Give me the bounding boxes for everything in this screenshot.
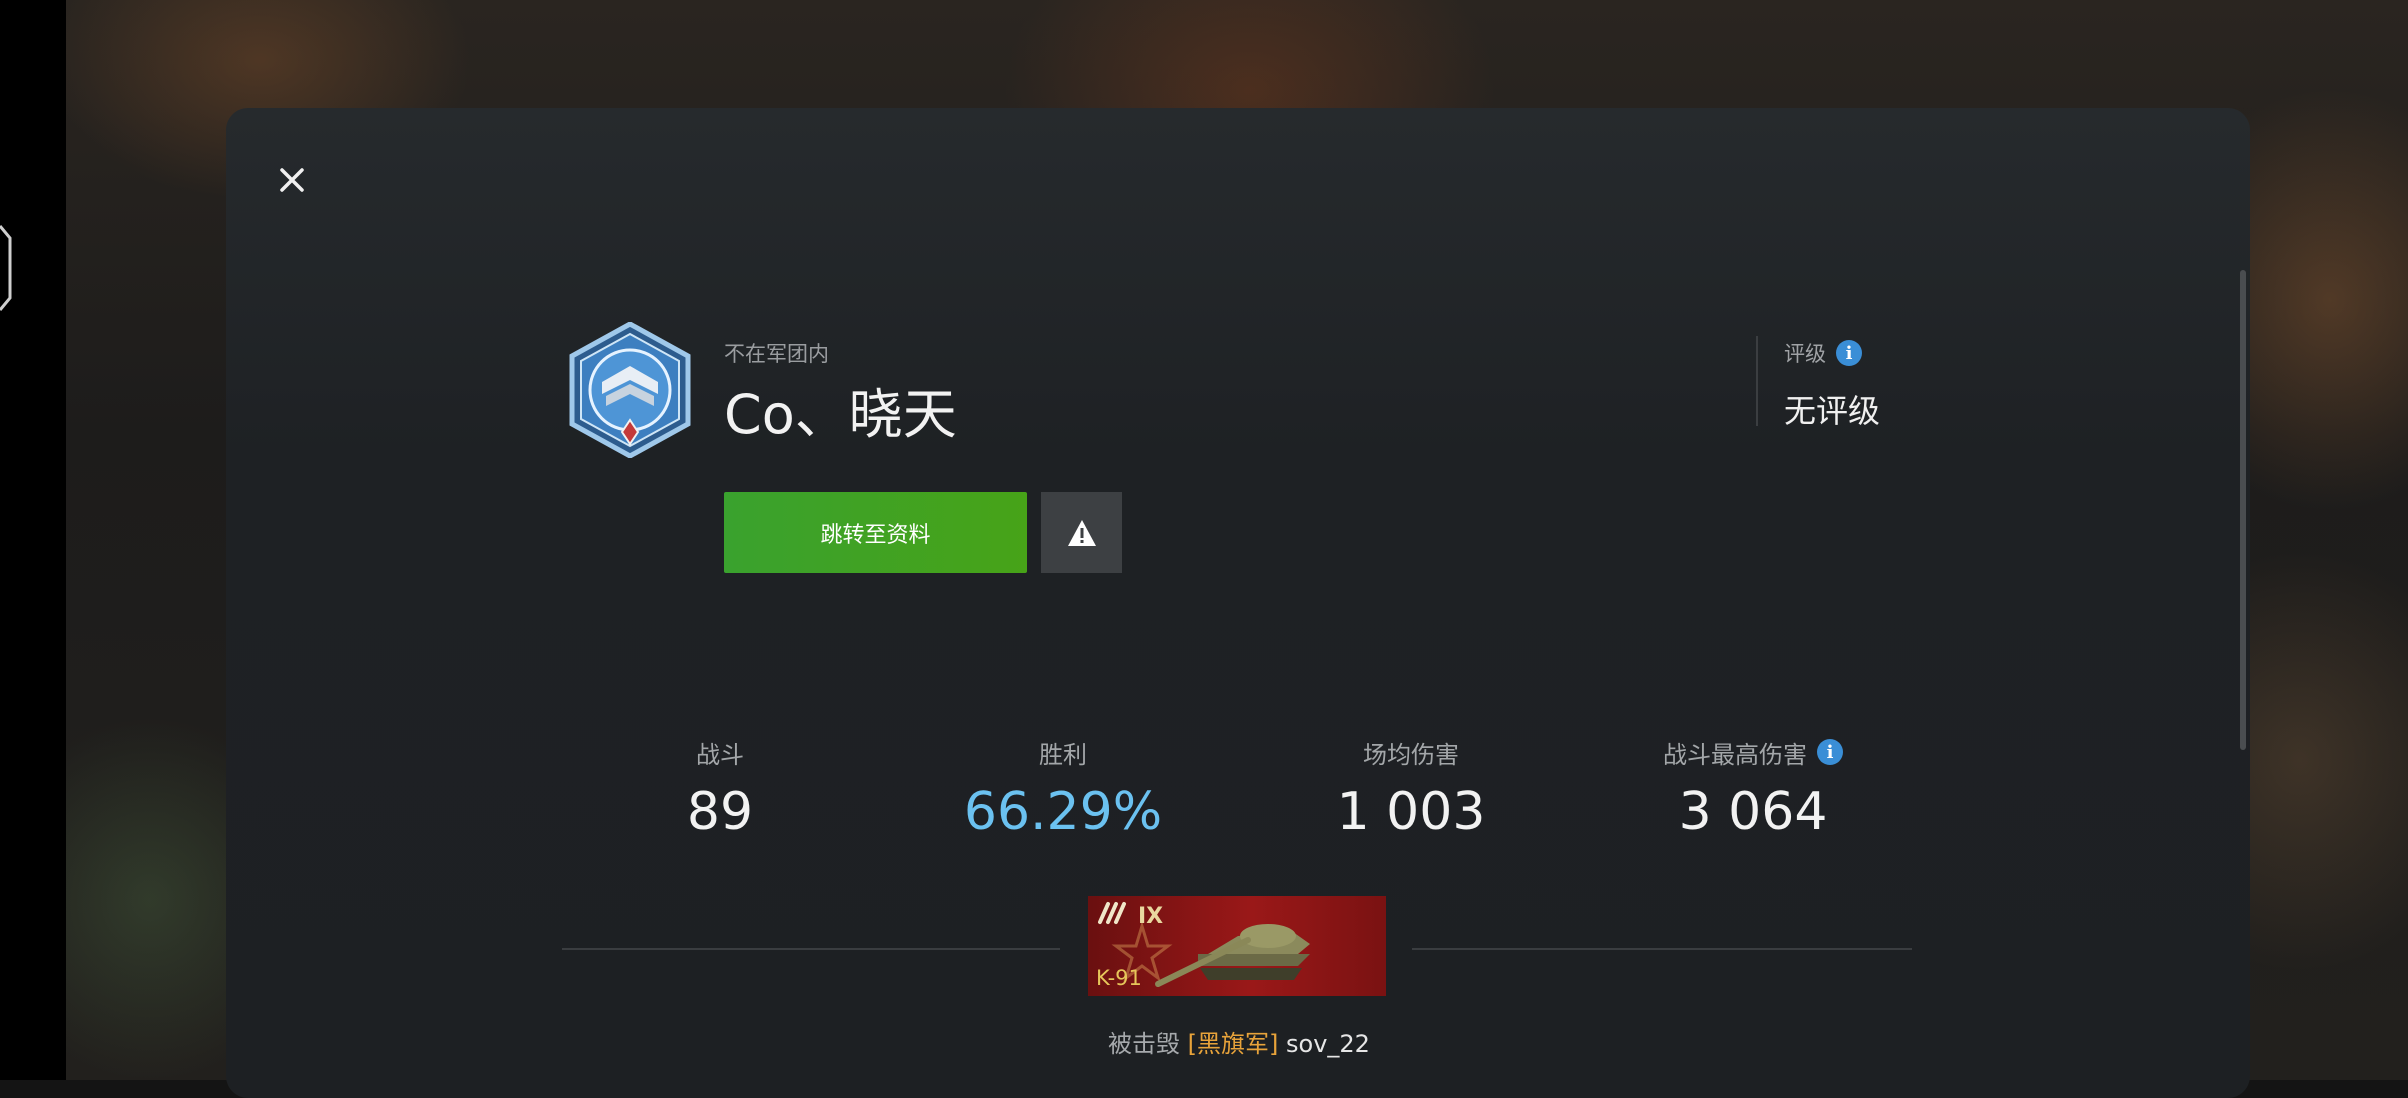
player-name: Co、晓天 [724, 383, 957, 446]
stat-value: 66.29% [963, 782, 1163, 842]
destroyed-by-label: 被击毁 [1108, 1030, 1180, 1058]
clan-status: 不在军团内 [724, 342, 829, 366]
close-button[interactable] [268, 156, 316, 204]
stat-max-damage: 战斗最高伤害 i 3 064 [1583, 736, 1923, 842]
rating-label-row: 评级 i [1784, 338, 1862, 368]
tank-name: K-91 [1096, 966, 1142, 990]
rank-badge-icon [569, 322, 691, 458]
info-icon[interactable]: i [1817, 739, 1843, 765]
stat-label-row: 战斗最高伤害 i [1583, 736, 1923, 769]
stat-label: 战斗最高伤害 [1663, 740, 1807, 769]
stat-battles: 战斗 89 [550, 736, 890, 843]
stat-value: 1 003 [1336, 782, 1486, 842]
stat-label: 胜利 [1039, 740, 1087, 769]
killer-clan-tag[interactable]: [黑旗军] [1188, 1030, 1279, 1058]
close-icon [280, 168, 304, 192]
divider-right [1412, 948, 1912, 950]
stat-label: 战斗 [696, 740, 744, 769]
rating-label: 评级 [1784, 342, 1826, 366]
destroyed-by-line: 被击毁 [黑旗军] sov_22 [1108, 1024, 1370, 1059]
killer-name[interactable]: sov_22 [1286, 1030, 1370, 1058]
stat-label: 场均伤害 [1363, 740, 1459, 769]
info-icon[interactable]: i [1836, 340, 1862, 366]
tank-card[interactable]: IX K-91 [1088, 896, 1386, 996]
stat-value: 89 [686, 782, 754, 842]
rating-divider [1756, 336, 1758, 426]
stat-value: 3 064 [1678, 782, 1828, 842]
stat-wins: 胜利 66.29% [893, 736, 1233, 843]
report-button[interactable] [1041, 492, 1122, 573]
stat-avg-damage: 场均伤害 1 003 [1241, 736, 1581, 843]
tank-tier: IX [1138, 904, 1164, 929]
scrollbar[interactable] [2240, 270, 2246, 750]
tier-icon [1098, 902, 1126, 924]
tank-icon [1155, 924, 1310, 987]
edge-handle-icon[interactable] [0, 218, 16, 318]
screen-left-edge [0, 0, 66, 1080]
rating-value: 无评级 [1784, 392, 1881, 430]
go-to-profile-button[interactable]: 跳转至资料 [724, 492, 1027, 573]
divider-left [562, 948, 1060, 950]
warning-icon [1067, 519, 1096, 546]
